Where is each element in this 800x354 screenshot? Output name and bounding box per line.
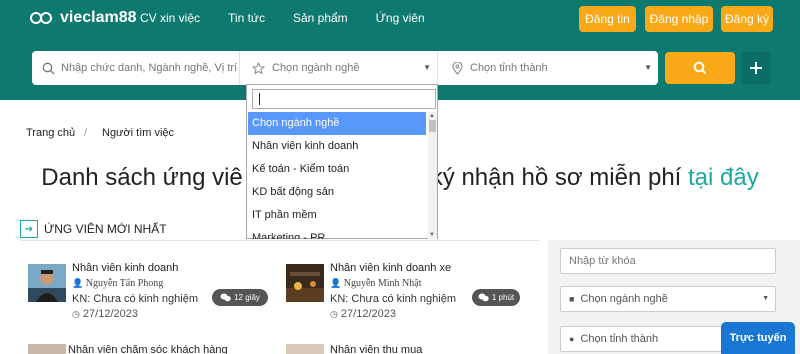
scrollbar-thumb[interactable] — [429, 120, 436, 132]
star-icon — [252, 61, 265, 75]
category-dropdown: Chọn ngành nghề Nhân viên kinh doanh Kế … — [246, 84, 438, 239]
section-divider — [20, 240, 540, 241]
candidate-job-title[interactable]: Nhân viên kinh doanh xe — [330, 262, 451, 274]
search-button[interactable] — [665, 52, 735, 84]
register-button[interactable]: Đăng ký — [721, 6, 773, 32]
headline-right: ký nhận hồ sơ miễn phí — [430, 164, 682, 191]
breadcrumb-current: Người tìm việc — [102, 127, 175, 139]
search-bar: Nhập chức danh, Ngành nghề, Vị trí ... C… — [32, 51, 658, 85]
nav-news[interactable]: Tin tức — [228, 11, 265, 25]
post-job-button[interactable]: Đăng tin — [579, 6, 636, 32]
dropdown-search-input[interactable] — [252, 89, 436, 109]
dropdown-scrollbar[interactable]: ▲ ▼ — [428, 112, 437, 239]
breadcrumb-separator: / — [84, 127, 88, 139]
chevron-down-icon: ▼ — [762, 295, 769, 302]
nav-cv[interactable]: CV xin việc — [140, 11, 200, 25]
headline-left: Danh sách ứng viê — [41, 164, 243, 191]
location-placeholder: Chọn tỉnh thành — [470, 62, 548, 74]
candidate-date-row: ◷ 27/12/2023 — [72, 308, 138, 320]
section-title: ỨNG VIÊN MỚI NHẤT — [44, 222, 167, 236]
candidate-name-row: 👤 Nguyễn Tấn Phong — [72, 278, 163, 289]
candidate-name: Nguyễn Tấn Phong — [85, 278, 164, 289]
candidate-card[interactable]: Nhân viên kinh doanh 👤 Nguyễn Tấn Phong … — [20, 260, 278, 335]
candidate-date: 27/12/2023 — [340, 308, 396, 320]
section-header: ➔ ỨNG VIÊN MỚI NHẤT — [20, 220, 167, 238]
avatar — [286, 264, 324, 302]
sidebar-location-label: Chọn tỉnh thành — [580, 333, 659, 345]
scroll-down-icon[interactable]: ▼ — [429, 232, 435, 238]
candidate-job-title[interactable]: Nhân viên chăm sóc khách hàng — [68, 344, 228, 354]
dropdown-option[interactable]: Marketing - PR — [248, 227, 426, 239]
candidate-date: 27/12/2023 — [82, 308, 138, 320]
add-button[interactable] — [741, 52, 771, 84]
candidate-experience: KN: Chưa có kinh nghiệm — [72, 293, 198, 305]
dropdown-option[interactable]: Chọn ngành nghề — [248, 112, 426, 135]
dropdown-option[interactable]: KD bất động sản — [248, 181, 426, 204]
candidate-card[interactable]: Nhân viên kinh doanh xe 👤 Nguyễn Minh Nh… — [278, 260, 536, 335]
logo-rings-icon — [30, 8, 56, 28]
nav-products[interactable]: Sản phẩm — [293, 11, 348, 25]
breadcrumb-home[interactable]: Trang chủ — [26, 127, 75, 139]
candidate-experience: KN: Chưa có kinh nghiệm — [330, 293, 456, 305]
map-pin-icon: ● — [569, 334, 575, 344]
live-chat-button[interactable]: Trực tuyến — [721, 322, 795, 354]
dropdown-options: Chọn ngành nghề Nhân viên kinh doanh Kế … — [248, 112, 426, 239]
chat-bubbles-icon — [220, 293, 231, 302]
chevron-down-icon: ▼ — [423, 63, 431, 72]
chat-bubbles-icon — [478, 293, 489, 302]
briefcase-icon: ■ — [569, 294, 575, 304]
search-icon — [693, 61, 707, 75]
chevron-down-icon: ▼ — [644, 63, 652, 72]
avatar — [28, 264, 66, 302]
scroll-up-icon[interactable]: ▲ — [429, 113, 435, 119]
category-placeholder: Chọn ngành nghề — [272, 62, 360, 74]
nav-candidates[interactable]: Ứng viên — [376, 11, 425, 25]
sidebar-category-select[interactable]: ■ Chọn ngành nghề ▼ — [560, 286, 776, 312]
plus-icon — [750, 62, 762, 74]
time-badge-text: 12 giây — [234, 293, 260, 302]
dropdown-option[interactable]: Kế toán - Kiểm toán — [248, 158, 426, 181]
site-logo[interactable]: vieclam88 — [30, 8, 137, 28]
clock-icon: ◷ — [330, 309, 338, 319]
sidebar-category-label: Chọn ngành nghề — [580, 293, 668, 305]
time-badge: 1 phút — [472, 289, 520, 306]
candidate-name: Nguyễn Minh Nhật — [343, 278, 422, 289]
sidebar-keyword-input[interactable]: Nhập từ khóa — [560, 248, 776, 274]
time-badge-text: 1 phút — [491, 293, 515, 302]
headline-link[interactable]: tại đây — [688, 164, 759, 191]
main-nav: CV xin việc Tin tức Sản phẩm Ứng viên — [140, 11, 425, 25]
candidate-name-row: 👤 Nguyễn Minh Nhật — [330, 278, 422, 289]
avatar — [28, 344, 66, 354]
login-arrow-icon: ➔ — [20, 220, 38, 238]
time-badge: 12 giây — [212, 289, 268, 306]
dropdown-option[interactable]: IT phần mềm — [248, 204, 426, 227]
clock-icon: ◷ — [72, 309, 80, 319]
category-select[interactable]: Chọn ngành nghề ▼ — [240, 51, 438, 85]
avatar — [286, 344, 324, 354]
keyword-placeholder: Nhập chức danh, Ngành nghề, Vị trí ... — [61, 62, 237, 74]
candidate-job-title[interactable]: Nhân viên kinh doanh — [72, 262, 178, 274]
keyword-field[interactable]: Nhập chức danh, Ngành nghề, Vị trí ... — [32, 51, 240, 85]
candidate-job-title[interactable]: Nhân viên thu mua — [330, 344, 422, 354]
dropdown-option[interactable]: Nhân viên kinh doanh — [248, 135, 426, 158]
search-icon — [42, 62, 55, 74]
text-caret — [259, 93, 260, 105]
location-select[interactable]: Chọn tỉnh thành ▼ — [438, 51, 658, 85]
logo-text: vieclam88 — [60, 9, 137, 26]
user-icon: 👤 — [330, 278, 342, 288]
candidate-date-row: ◷ 27/12/2023 — [330, 308, 396, 320]
login-button[interactable]: Đăng nhập — [645, 6, 713, 32]
user-icon: 👤 — [72, 278, 84, 288]
map-pin-icon — [452, 61, 463, 75]
